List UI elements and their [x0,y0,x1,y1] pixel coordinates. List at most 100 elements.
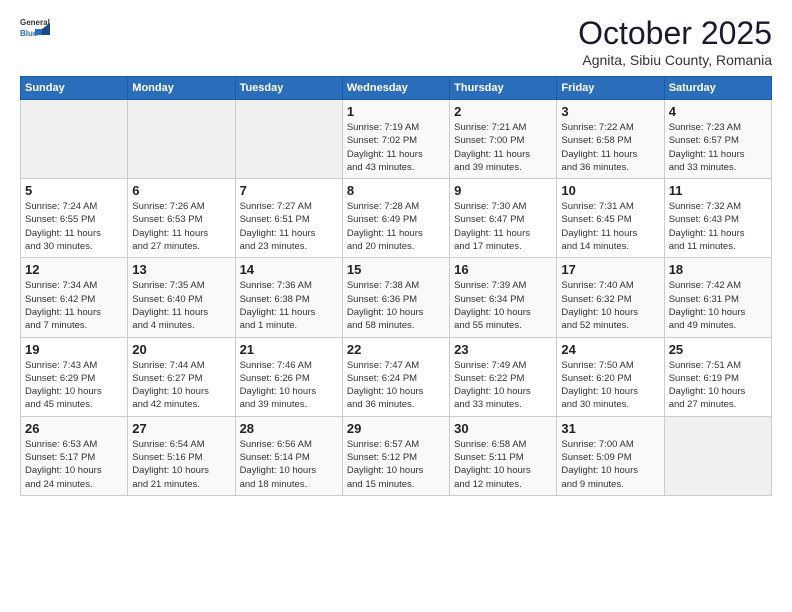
day-number: 30 [454,421,552,436]
cell-text: Sunrise: 7:28 AM [347,200,445,213]
cell-text: Sunrise: 7:51 AM [669,359,767,372]
cell-text: and 43 minutes. [347,161,445,174]
day-number: 24 [561,342,659,357]
month-title: October 2025 [578,15,772,52]
table-cell: 21Sunrise: 7:46 AMSunset: 6:26 PMDayligh… [235,337,342,416]
cell-text: Daylight: 11 hours [561,148,659,161]
cell-text: and 4 minutes. [132,319,230,332]
week-row-4: 19Sunrise: 7:43 AMSunset: 6:29 PMDayligh… [21,337,772,416]
table-cell: 17Sunrise: 7:40 AMSunset: 6:32 PMDayligh… [557,258,664,337]
day-number: 1 [347,104,445,119]
cell-text: and 17 minutes. [454,240,552,253]
cell-text: Sunset: 6:38 PM [240,293,338,306]
cell-text: Sunrise: 7:32 AM [669,200,767,213]
cell-text: Sunrise: 7:46 AM [240,359,338,372]
page-container: General Blue October 2025 Agnita, Sibiu … [0,0,792,506]
cell-text: and 24 minutes. [25,478,123,491]
cell-text: Sunrise: 7:43 AM [25,359,123,372]
day-number: 25 [669,342,767,357]
cell-text: and 45 minutes. [25,398,123,411]
cell-text: and 36 minutes. [347,398,445,411]
cell-text: Sunset: 6:31 PM [669,293,767,306]
cell-text: Sunset: 5:12 PM [347,451,445,464]
cell-text: Sunrise: 7:36 AM [240,279,338,292]
logo-icon: General Blue [20,15,50,37]
week-row-3: 12Sunrise: 7:34 AMSunset: 6:42 PMDayligh… [21,258,772,337]
cell-text: Daylight: 10 hours [454,306,552,319]
cell-text: and 30 minutes. [25,240,123,253]
header: General Blue October 2025 Agnita, Sibiu … [20,15,772,68]
day-number: 21 [240,342,338,357]
cell-text: Sunset: 7:02 PM [347,134,445,147]
table-cell [128,100,235,179]
day-number: 17 [561,262,659,277]
cell-text: Sunrise: 7:38 AM [347,279,445,292]
day-number: 16 [454,262,552,277]
cell-text: and 12 minutes. [454,478,552,491]
cell-text: Daylight: 11 hours [454,148,552,161]
table-cell: 18Sunrise: 7:42 AMSunset: 6:31 PMDayligh… [664,258,771,337]
day-number: 22 [347,342,445,357]
cell-text: Daylight: 10 hours [454,464,552,477]
cell-text: Sunrise: 7:39 AM [454,279,552,292]
cell-text: and 9 minutes. [561,478,659,491]
day-number: 12 [25,262,123,277]
svg-text:Blue: Blue [20,29,38,37]
cell-text: Sunrise: 6:58 AM [454,438,552,451]
table-cell: 2Sunrise: 7:21 AMSunset: 7:00 PMDaylight… [450,100,557,179]
cell-text: Sunset: 5:16 PM [132,451,230,464]
cell-text: Daylight: 11 hours [454,227,552,240]
header-thursday: Thursday [450,77,557,100]
cell-text: Daylight: 11 hours [347,227,445,240]
cell-text: Sunrise: 7:34 AM [25,279,123,292]
cell-text: Daylight: 11 hours [25,306,123,319]
cell-text: Sunset: 6:22 PM [454,372,552,385]
cell-text: and 14 minutes. [561,240,659,253]
cell-text: and 23 minutes. [240,240,338,253]
day-number: 9 [454,183,552,198]
cell-text: and 21 minutes. [132,478,230,491]
logo: General Blue [20,15,50,37]
location: Agnita, Sibiu County, Romania [578,52,772,68]
cell-text: Sunrise: 7:30 AM [454,200,552,213]
cell-text: Daylight: 11 hours [669,148,767,161]
cell-text: Sunset: 5:17 PM [25,451,123,464]
cell-text: Daylight: 11 hours [132,227,230,240]
cell-text: Daylight: 10 hours [240,385,338,398]
cell-text: and 49 minutes. [669,319,767,332]
cell-text: Daylight: 10 hours [347,306,445,319]
day-number: 2 [454,104,552,119]
day-number: 5 [25,183,123,198]
table-cell: 30Sunrise: 6:58 AMSunset: 5:11 PMDayligh… [450,416,557,495]
cell-text: Sunset: 6:40 PM [132,293,230,306]
cell-text: and 11 minutes. [669,240,767,253]
table-cell: 3Sunrise: 7:22 AMSunset: 6:58 PMDaylight… [557,100,664,179]
day-number: 29 [347,421,445,436]
cell-text: Sunrise: 7:31 AM [561,200,659,213]
cell-text: Sunset: 6:42 PM [25,293,123,306]
cell-text: Daylight: 10 hours [561,306,659,319]
day-number: 7 [240,183,338,198]
cell-text: and 15 minutes. [347,478,445,491]
table-cell: 27Sunrise: 6:54 AMSunset: 5:16 PMDayligh… [128,416,235,495]
cell-text: Sunset: 6:34 PM [454,293,552,306]
cell-text: Daylight: 10 hours [669,306,767,319]
cell-text: Sunset: 6:49 PM [347,213,445,226]
cell-text: Daylight: 10 hours [132,464,230,477]
table-cell: 13Sunrise: 7:35 AMSunset: 6:40 PMDayligh… [128,258,235,337]
table-cell: 22Sunrise: 7:47 AMSunset: 6:24 PMDayligh… [342,337,449,416]
day-number: 26 [25,421,123,436]
header-sunday: Sunday [21,77,128,100]
cell-text: Daylight: 11 hours [669,227,767,240]
day-number: 18 [669,262,767,277]
cell-text: Sunrise: 7:35 AM [132,279,230,292]
cell-text: Sunset: 6:51 PM [240,213,338,226]
cell-text: and 1 minute. [240,319,338,332]
cell-text: and 33 minutes. [454,398,552,411]
cell-text: and 36 minutes. [561,161,659,174]
cell-text: and 39 minutes. [240,398,338,411]
table-cell [664,416,771,495]
day-number: 6 [132,183,230,198]
cell-text: Sunrise: 7:23 AM [669,121,767,134]
cell-text: Daylight: 10 hours [240,464,338,477]
